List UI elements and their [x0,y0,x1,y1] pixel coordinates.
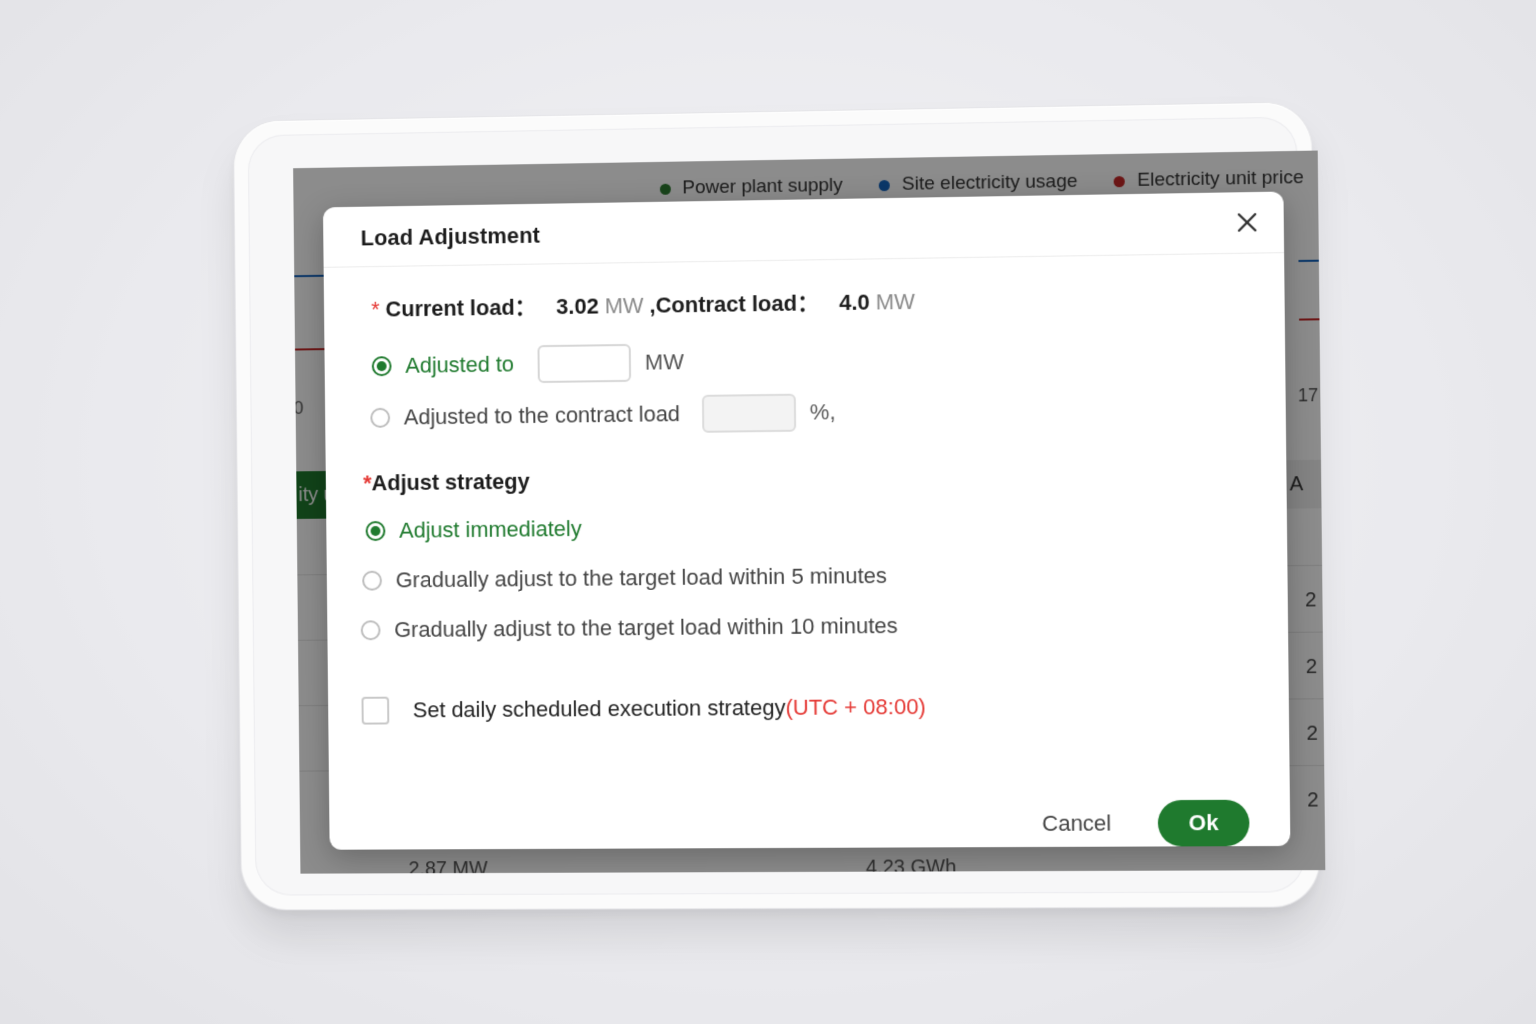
tablet-screen: Power plant supply Site electricity usag… [293,150,1326,874]
cancel-button[interactable]: Cancel [1042,810,1112,836]
load-summary: * Current load： 3.02 MW ,Contract load： … [371,284,915,324]
strategy-radio[interactable] [365,520,386,542]
strategy-radio[interactable] [360,620,381,641]
tablet-bezel: Power plant supply Site electricity usag… [247,116,1326,896]
close-icon[interactable] [1233,208,1262,237]
dialog-title: Load Adjustment [360,222,541,251]
ok-button[interactable]: Ok [1157,799,1250,847]
contract-load-percent-input[interactable] [701,393,797,433]
strategy-label: Gradually adjust to the target load with… [394,612,898,643]
adjust-strategy-label: Adjust strategy [371,468,530,496]
contract-load-unit: MW [875,288,916,315]
stage: Power plant supply Site electricity usag… [0,0,1536,1024]
dialog-body: * Current load： 3.02 MW ,Contract load： … [324,252,1291,850]
strategy-radio[interactable] [362,570,383,591]
contract-load-percent-unit: %, [809,399,836,425]
contract-load-value: 4.0 [838,289,870,316]
daily-schedule-checkbox[interactable] [361,696,390,725]
current-load-label: Current load： [385,294,537,322]
required-mark: * [371,296,380,322]
adjusted-to-radio[interactable] [371,356,392,377]
daily-schedule-label-group: Set daily scheduled execution strategy(U… [413,694,926,723]
contract-load-radio[interactable] [370,407,391,428]
timezone-label: (UTC + 08:00) [785,693,927,720]
adjusted-to-input[interactable] [537,343,632,384]
tablet-device: Power plant supply Site electricity usag… [233,102,1326,910]
current-load-unit: MW [604,292,644,319]
daily-schedule-option[interactable]: Set daily scheduled execution strategy(U… [361,693,926,725]
strategy-label: Adjust immediately [398,515,582,543]
contract-load-label: ,Contract load： [649,290,820,318]
strategy-label: Gradually adjust to the target load with… [395,562,888,593]
daily-schedule-label: Set daily scheduled execution strategy [412,694,786,723]
strategy-option-5-minutes[interactable]: Gradually adjust to the target load with… [362,563,887,594]
load-adjustment-dialog: Load Adjustment * Current load： 3.02 MW [322,191,1291,850]
current-load-value: 3.02 [556,293,599,320]
required-mark: * [363,470,372,496]
adjust-strategy-title: *Adjust strategy [363,469,530,497]
option-adjusted-to[interactable]: Adjusted to MW [371,343,684,385]
adjusted-to-label: Adjusted to [405,351,515,378]
option-contract-load[interactable]: Adjusted to the contract load %, [370,393,836,437]
contract-load-option-label: Adjusted to the contract load [403,401,681,430]
strategy-option-10-minutes[interactable]: Gradually adjust to the target load with… [360,612,898,643]
strategy-option-immediate[interactable]: Adjust immediately [365,515,582,544]
adjusted-to-unit: MW [644,349,684,375]
